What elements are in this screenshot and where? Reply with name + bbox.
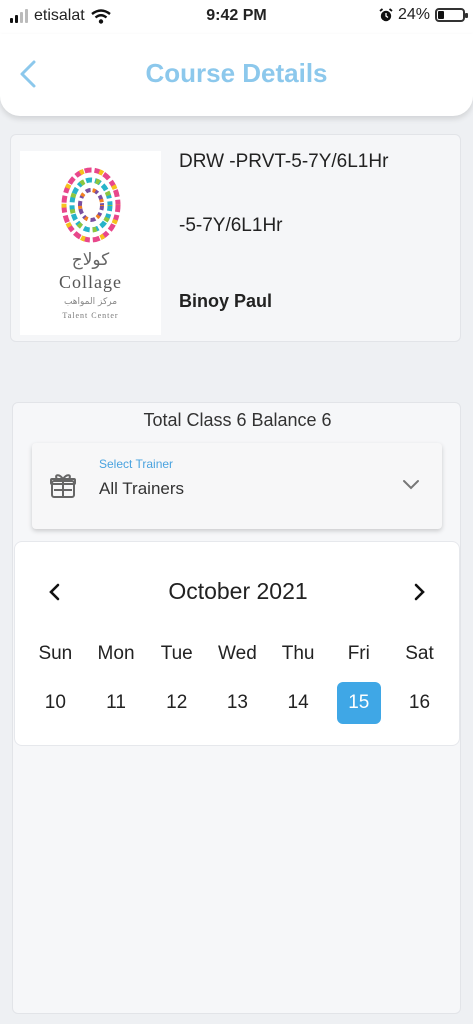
collage-logo-mark	[61, 167, 121, 243]
trainer-select[interactable]: Select Trainer All Trainers	[32, 443, 442, 529]
date-cell[interactable]: 13	[207, 682, 268, 724]
date-number: 14	[287, 692, 309, 713]
date-cell[interactable]: 11	[86, 682, 147, 724]
date-cell[interactable]: 14	[268, 682, 329, 724]
calendar-month: October 2021	[168, 578, 308, 604]
battery-percent: 24%	[397, 6, 430, 23]
weekday-label: Sat	[405, 643, 434, 664]
calendar: October 2021 Sun Mon Tue Wed Thu Fri Sat…	[14, 541, 460, 746]
select-trainer-label: Select Trainer	[99, 457, 174, 471]
date-cell[interactable]: 10	[25, 682, 86, 724]
logo-arabic-name: كولاج	[71, 250, 110, 270]
class-balance-summary: Total Class 6 Balance 6	[143, 410, 332, 430]
alarm-icon	[379, 7, 393, 21]
course-card: كولاج Collage مركز المواهب Talent Center…	[10, 134, 461, 342]
chevron-down-icon[interactable]	[402, 477, 420, 491]
weekday-label: Wed	[218, 643, 257, 664]
weekday-label: Mon	[97, 643, 135, 664]
gift-icon	[50, 474, 76, 498]
course-logo: كولاج Collage مركز المواهب Talent Center	[20, 151, 161, 335]
date-row: 10 11 12 13 14 15 16	[25, 682, 450, 724]
weekday-row: Sun Mon Tue Wed Thu Fri Sat	[25, 643, 450, 665]
next-month-button[interactable]	[409, 580, 429, 604]
logo-name: Collage	[59, 272, 122, 292]
date-number: 15	[336, 682, 381, 724]
date-number: 11	[106, 692, 126, 713]
date-number: 12	[166, 692, 188, 713]
logo-arabic-subtitle: مركز المواهب	[63, 297, 118, 307]
date-cell[interactable]: 16	[389, 682, 450, 724]
select-trainer-value: All Trainers	[99, 479, 185, 498]
weekday-label: Thu	[281, 643, 315, 664]
course-subtitle: -5-7Y/6L1Hr	[179, 215, 283, 236]
status-bar: etisalat 9:42 PM 24%	[0, 0, 473, 34]
course-code: DRW -PRVT-5-7Y/6L1Hr	[179, 151, 389, 172]
date-cell[interactable]: 15	[328, 682, 389, 724]
page-title: Course Details	[145, 58, 328, 88]
weekday-label: Fri	[347, 643, 370, 664]
schedule-card: Total Class 6 Balance 6 Select Trainer A…	[12, 402, 461, 1014]
weekday-label: Sun	[38, 643, 73, 664]
date-number: 16	[408, 692, 431, 713]
date-number: 13	[226, 692, 248, 713]
date-cell[interactable]: 12	[146, 682, 207, 724]
logo-subtitle: Talent Center	[62, 311, 119, 320]
header: Course Details	[0, 34, 473, 116]
battery-icon	[435, 8, 468, 22]
weekday-label: Tue	[160, 643, 193, 664]
trainer-name: Binoy Paul	[179, 291, 273, 311]
date-number: 10	[44, 692, 66, 713]
